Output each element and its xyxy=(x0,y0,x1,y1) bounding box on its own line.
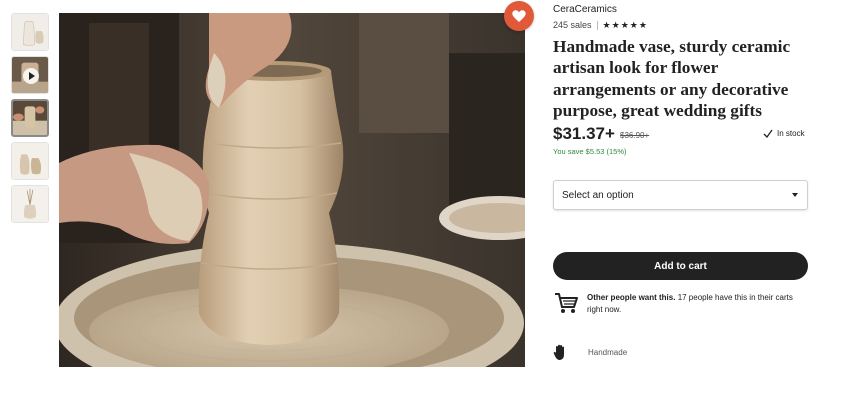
stock-status: In stock xyxy=(763,129,805,138)
heart-icon xyxy=(512,10,526,22)
divider xyxy=(596,20,598,30)
star-icon: ★ xyxy=(629,19,638,30)
thumbnail-vase-stems[interactable] xyxy=(11,185,49,223)
sales-count: 245 sales xyxy=(553,20,592,30)
shopping-cart-icon xyxy=(555,293,578,313)
demand-notice: Other people want this. 17 people have t… xyxy=(553,290,809,316)
favorite-button[interactable] xyxy=(504,1,534,31)
savings-text: You save $5.53 (15%) xyxy=(553,147,627,156)
hand-icon xyxy=(553,344,564,360)
current-price: $31.37+ xyxy=(553,124,615,143)
star-icon: ★ xyxy=(620,19,629,30)
thumbnail-rail xyxy=(11,13,50,228)
demand-text: Other people want this. 17 people have t… xyxy=(587,292,802,316)
shop-name-link[interactable]: CeraCeramics xyxy=(553,4,617,15)
main-product-image[interactable] xyxy=(59,13,525,367)
caret-down-icon xyxy=(792,193,798,197)
thumbnail-vases-2[interactable] xyxy=(11,142,49,180)
handmade-label: Handmade xyxy=(588,348,628,357)
handmade-badge: Handmade xyxy=(553,344,627,361)
thumbnail-video[interactable] xyxy=(11,56,49,94)
rating-stars[interactable]: ★ ★ ★ ★ ★ xyxy=(602,19,647,30)
play-icon xyxy=(23,68,39,84)
select-placeholder: Select an option xyxy=(562,189,634,201)
thumbnail-vases-1[interactable] xyxy=(11,13,49,51)
star-icon: ★ xyxy=(638,19,647,30)
add-to-cart-button[interactable]: Add to cart xyxy=(553,252,808,280)
product-title: Handmade vase, sturdy ceramic artisan lo… xyxy=(553,37,791,121)
checkmark-icon xyxy=(763,129,773,138)
stock-label: In stock xyxy=(777,129,805,138)
star-icon: ★ xyxy=(602,19,611,30)
sales-rating-row: 245 sales ★ ★ ★ ★ ★ xyxy=(553,20,647,30)
original-price: $36.90+ xyxy=(620,131,650,140)
demand-headline: Other people want this. xyxy=(587,293,676,302)
variation-select[interactable]: Select an option xyxy=(553,180,808,210)
thumbnail-pottery-wheel[interactable] xyxy=(11,99,49,137)
star-icon: ★ xyxy=(611,19,620,30)
